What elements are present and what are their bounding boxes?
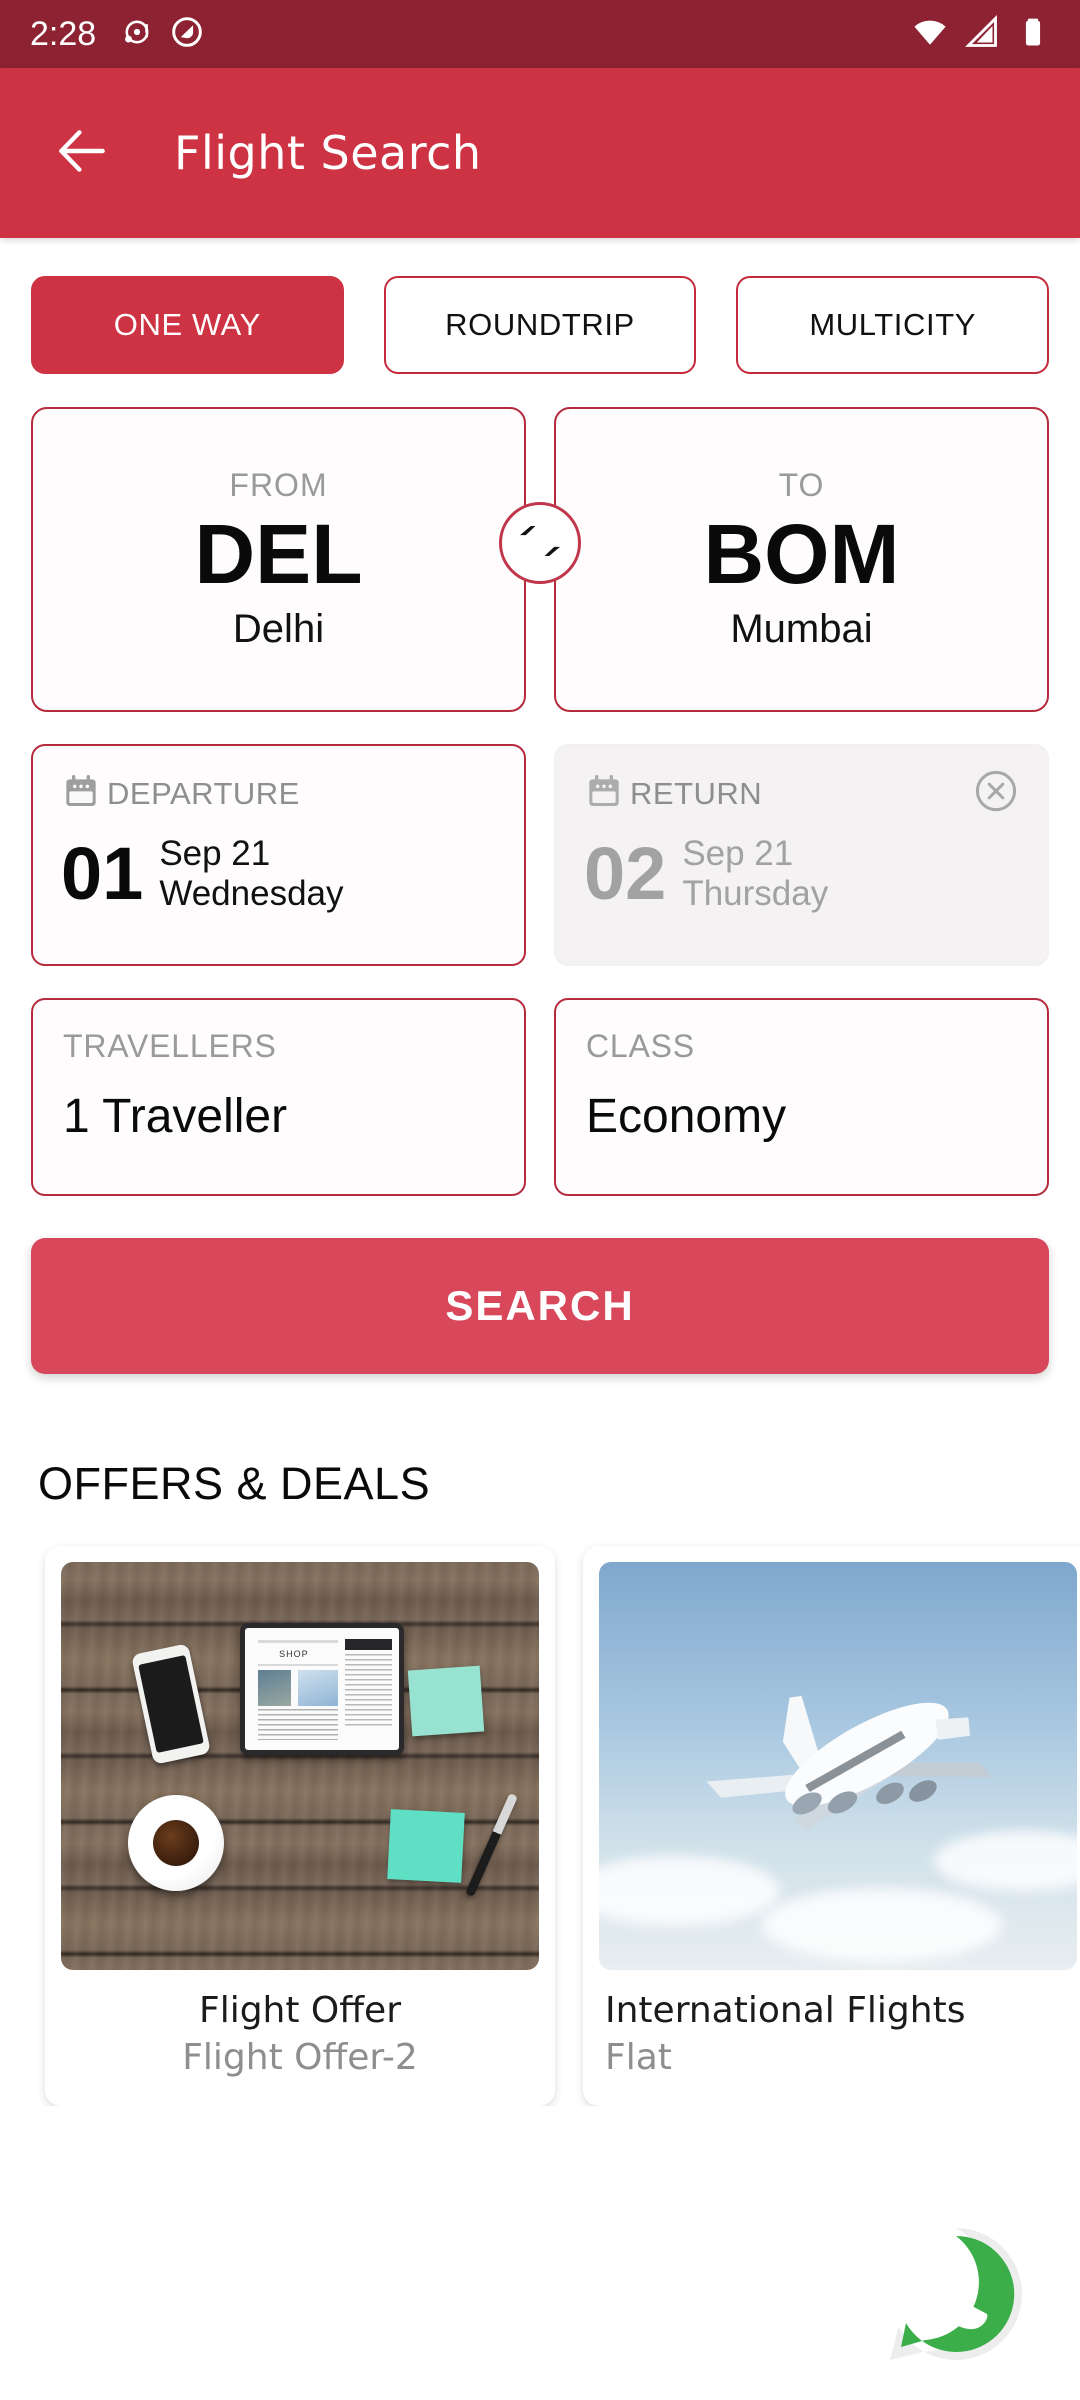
class-label: CLASS [586,1028,695,1064]
search-button-wrapper: SEARCH [0,1196,1080,1374]
offer-image-airplane [599,1562,1077,1970]
to-label: TO [778,467,825,504]
return-weekday: Thursday [682,874,829,914]
offer-subtitle: Flat [605,2037,672,2078]
offer-subtitle: Flight Offer-2 [182,2037,418,2078]
departure-weekday: Wednesday [159,874,344,914]
to-airport-code: BOM [703,507,900,602]
departure-value: 01 Sep 21 Wednesday [61,834,496,915]
offer-card-flight-offer[interactable]: SHOP Flight Offer Flight Offer-2 [45,1546,555,2106]
signal-icon [964,14,1000,54]
offer-title: International Flights [605,1990,966,2031]
return-month-year: Sep 21 [682,834,794,873]
travellers-class-row: TRAVELLERS 1 Traveller CLASS Economy [0,966,1080,1196]
calendar-icon [61,772,101,816]
to-city-name: Mumbai [730,606,873,651]
tab-multicity[interactable]: MULTICITY [736,276,1050,374]
from-city-name: Delhi [232,606,325,651]
return-date-card[interactable]: RETURN 02 Sep 21 Thursday [554,744,1049,966]
clear-return-date-button[interactable] [971,768,1021,818]
tab-one-way-label: ONE WAY [113,307,261,342]
travellers-card[interactable]: TRAVELLERS 1 Traveller [31,998,526,1196]
from-airport-card[interactable]: FROM DEL Delhi [31,407,526,712]
main-content: ONE WAY ROUNDTRIP MULTICITY FROM DEL Del… [0,238,1080,2106]
swap-horizontal-icon [515,516,565,570]
swap-airports-button[interactable] [499,502,581,584]
tab-one-way[interactable]: ONE WAY [31,276,344,374]
trip-type-tabs: ONE WAY ROUNDTRIP MULTICITY [0,238,1080,374]
to-airport-card[interactable]: TO BOM Mumbai [554,407,1049,712]
travellers-label: TRAVELLERS [63,1028,277,1064]
offer-image-desk-flatlay: SHOP [61,1562,539,1970]
offers-carousel[interactable]: SHOP Flight Offer Flight Offer-2 Interna… [0,1510,1080,2106]
battery-icon [1016,15,1050,53]
status-bar-notification-icons [120,15,204,53]
offer-card-international-flights[interactable]: International Flights Flat [583,1546,1080,2106]
status-bar: 2:28 [0,0,1080,68]
close-circle-icon [972,767,1020,819]
wifi-icon [912,14,948,54]
offer-caption: Flight Offer Flight Offer-2 [61,1970,539,2078]
page-title: Flight Search [174,126,482,180]
offer-title: Flight Offer [198,1990,402,2031]
return-header: RETURN [584,772,1019,816]
return-day: 02 [584,832,667,916]
do-not-disturb-icon [170,15,204,53]
departure-detail: Sep 21 Wednesday [159,834,343,915]
travellers-value: 1 Traveller [63,1090,288,1143]
date-selector: DEPARTURE 01 Sep 21 Wednesday RETURN 02 … [0,712,1080,966]
offer-caption: International Flights Flat [599,1970,1077,2078]
tab-roundtrip[interactable]: ROUNDTRIP [383,276,697,374]
whatsapp-chat-button[interactable] [876,2214,1036,2374]
departure-day: 01 [61,832,144,916]
departure-label: DEPARTURE [107,776,300,811]
from-label: FROM [229,467,328,504]
route-selector: FROM DEL Delhi TO BOM Mumbai [0,374,1080,712]
departure-date-card[interactable]: DEPARTURE 01 Sep 21 Wednesday [31,744,526,966]
app-bar: Flight Search [0,68,1080,238]
return-detail: Sep 21 Thursday [682,834,828,915]
status-bar-time: 2:28 [30,14,97,53]
departure-month-year: Sep 21 [159,834,271,873]
tab-multicity-label: MULTICITY [809,307,977,342]
offers-section-title: OFFERS & DEALS [38,1458,431,1509]
return-value: 02 Sep 21 Thursday [584,834,1019,915]
return-label: RETURN [630,776,763,811]
class-value: Economy [586,1090,787,1143]
from-airport-code: DEL [194,507,363,602]
tab-roundtrip-label: ROUNDTRIP [445,307,635,342]
back-arrow-icon [51,120,113,186]
notification-dots-icon [120,15,154,53]
whatsapp-icon [876,2228,1036,2378]
departure-header: DEPARTURE [61,772,496,816]
status-bar-system-icons [912,14,1050,54]
calendar-icon [584,772,624,816]
back-button[interactable] [46,117,118,189]
search-button[interactable]: SEARCH [31,1238,1049,1374]
class-card[interactable]: CLASS Economy [554,998,1049,1196]
